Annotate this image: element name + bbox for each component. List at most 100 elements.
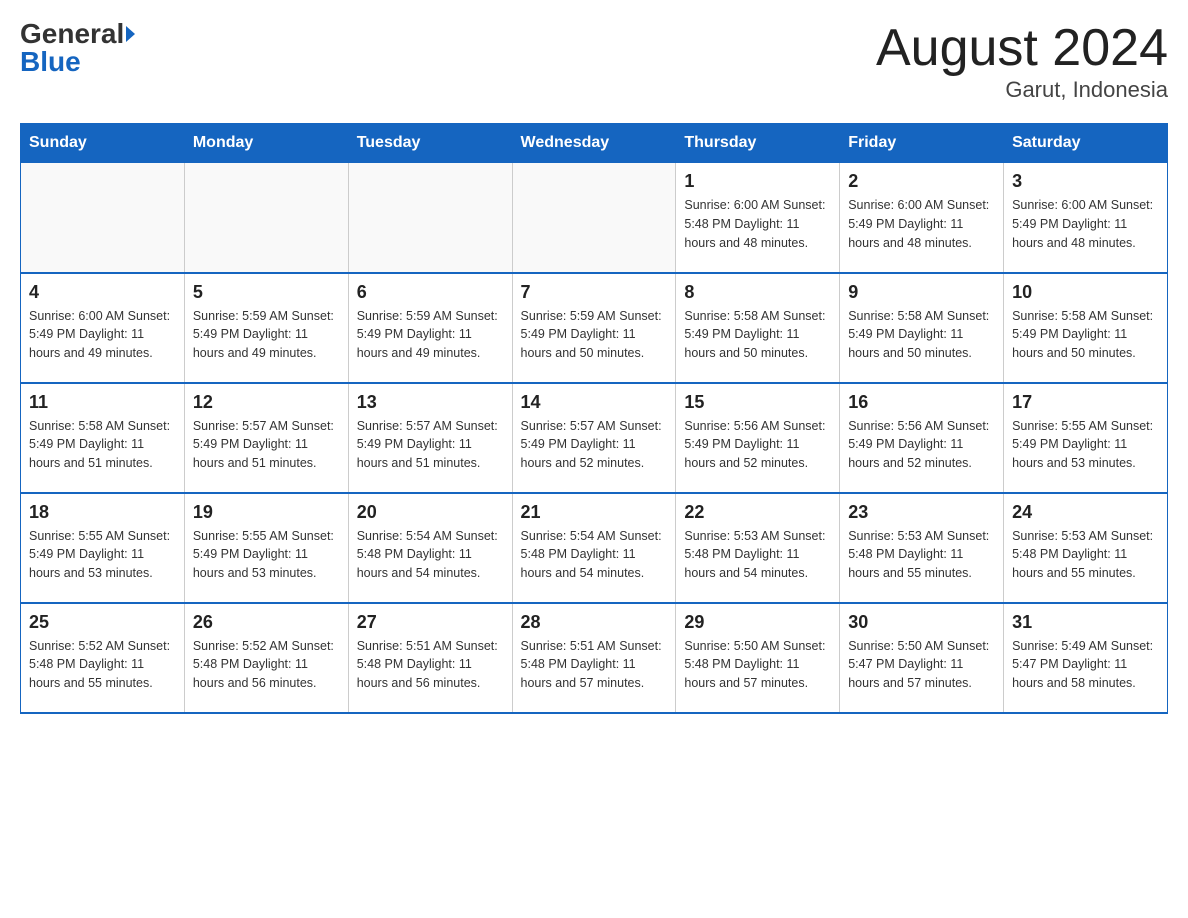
calendar-week-3: 11 Sunrise: 5:58 AM Sunset: 5:49 PM Dayli… bbox=[21, 383, 1168, 493]
day-number: 20 bbox=[357, 502, 504, 523]
day-number: 7 bbox=[521, 282, 668, 303]
day-number: 3 bbox=[1012, 171, 1159, 192]
day-info: Sunrise: 6:00 AM Sunset: 5:49 PM Dayligh… bbox=[29, 307, 176, 363]
day-info: Sunrise: 5:57 AM Sunset: 5:49 PM Dayligh… bbox=[521, 417, 668, 473]
day-number: 26 bbox=[193, 612, 340, 633]
calendar-cell: 7 Sunrise: 5:59 AM Sunset: 5:49 PM Daylig… bbox=[512, 273, 676, 383]
day-info: Sunrise: 6:00 AM Sunset: 5:48 PM Dayligh… bbox=[684, 196, 831, 252]
day-number: 30 bbox=[848, 612, 995, 633]
header-wednesday: Wednesday bbox=[512, 124, 676, 163]
calendar-cell: 31Sunrise: 5:49 AM Sunset: 5:47 PM Dayli… bbox=[1004, 603, 1168, 713]
day-number: 11 bbox=[29, 392, 176, 413]
calendar-cell: 13 Sunrise: 5:57 AM Sunset: 5:49 PM Dayli… bbox=[348, 383, 512, 493]
calendar-cell: 25 Sunrise: 5:52 AM Sunset: 5:48 PM Dayli… bbox=[21, 603, 185, 713]
calendar-cell: 16 Sunrise: 5:56 AM Sunset: 5:49 PM Dayli… bbox=[840, 383, 1004, 493]
calendar-week-5: 25 Sunrise: 5:52 AM Sunset: 5:48 PM Dayli… bbox=[21, 603, 1168, 713]
header-thursday: Thursday bbox=[676, 124, 840, 163]
day-number: 15 bbox=[684, 392, 831, 413]
day-number: 6 bbox=[357, 282, 504, 303]
day-number: 12 bbox=[193, 392, 340, 413]
day-info: Sunrise: 5:55 AM Sunset: 5:49 PM Dayligh… bbox=[29, 527, 176, 583]
day-number: 16 bbox=[848, 392, 995, 413]
day-info: Sunrise: 5:57 AM Sunset: 5:49 PM Dayligh… bbox=[357, 417, 504, 473]
calendar-cell: 19 Sunrise: 5:55 AM Sunset: 5:49 PM Dayli… bbox=[184, 493, 348, 603]
calendar-table: Sunday Monday Tuesday Wednesday Thursday… bbox=[20, 123, 1168, 714]
calendar-title-block: August 2024 Garut, Indonesia bbox=[876, 20, 1168, 103]
calendar-header: Sunday Monday Tuesday Wednesday Thursday… bbox=[21, 124, 1168, 163]
day-number: 10 bbox=[1012, 282, 1159, 303]
calendar-cell: 29 Sunrise: 5:50 AM Sunset: 5:48 PM Dayli… bbox=[676, 603, 840, 713]
calendar-cell: 27Sunrise: 5:51 AM Sunset: 5:48 PM Dayli… bbox=[348, 603, 512, 713]
day-number: 19 bbox=[193, 502, 340, 523]
calendar-cell: 22 Sunrise: 5:53 AM Sunset: 5:48 PM Dayli… bbox=[676, 493, 840, 603]
day-number: 22 bbox=[684, 502, 831, 523]
header-monday: Monday bbox=[184, 124, 348, 163]
day-number: 29 bbox=[684, 612, 831, 633]
calendar-cell: 17Sunrise: 5:55 AM Sunset: 5:49 PM Dayli… bbox=[1004, 383, 1168, 493]
calendar-cell: 26Sunrise: 5:52 AM Sunset: 5:48 PM Dayli… bbox=[184, 603, 348, 713]
logo-triangle-icon bbox=[126, 26, 135, 42]
day-info: Sunrise: 5:55 AM Sunset: 5:49 PM Dayligh… bbox=[193, 527, 340, 583]
calendar-cell: 15Sunrise: 5:56 AM Sunset: 5:49 PM Dayli… bbox=[676, 383, 840, 493]
calendar-cell: 21Sunrise: 5:54 AM Sunset: 5:48 PM Dayli… bbox=[512, 493, 676, 603]
calendar-location: Garut, Indonesia bbox=[876, 77, 1168, 103]
day-info: Sunrise: 5:53 AM Sunset: 5:48 PM Dayligh… bbox=[1012, 527, 1159, 583]
day-number: 8 bbox=[684, 282, 831, 303]
day-info: Sunrise: 5:57 AM Sunset: 5:49 PM Dayligh… bbox=[193, 417, 340, 473]
calendar-cell: 14Sunrise: 5:57 AM Sunset: 5:49 PM Dayli… bbox=[512, 383, 676, 493]
day-number: 24 bbox=[1012, 502, 1159, 523]
day-number: 23 bbox=[848, 502, 995, 523]
day-number: 18 bbox=[29, 502, 176, 523]
day-info: Sunrise: 5:53 AM Sunset: 5:48 PM Dayligh… bbox=[848, 527, 995, 583]
calendar-cell: 8Sunrise: 5:58 AM Sunset: 5:49 PM Daylig… bbox=[676, 273, 840, 383]
day-info: Sunrise: 5:55 AM Sunset: 5:49 PM Dayligh… bbox=[1012, 417, 1159, 473]
day-info: Sunrise: 5:54 AM Sunset: 5:48 PM Dayligh… bbox=[357, 527, 504, 583]
calendar-cell: 4Sunrise: 6:00 AM Sunset: 5:49 PM Daylig… bbox=[21, 273, 185, 383]
day-info: Sunrise: 5:59 AM Sunset: 5:49 PM Dayligh… bbox=[357, 307, 504, 363]
day-info: Sunrise: 5:50 AM Sunset: 5:48 PM Dayligh… bbox=[684, 637, 831, 693]
day-info: Sunrise: 5:58 AM Sunset: 5:49 PM Dayligh… bbox=[1012, 307, 1159, 363]
logo-blue: Blue bbox=[20, 46, 81, 77]
calendar-week-4: 18 Sunrise: 5:55 AM Sunset: 5:49 PM Dayli… bbox=[21, 493, 1168, 603]
header-friday: Friday bbox=[840, 124, 1004, 163]
day-info: Sunrise: 5:50 AM Sunset: 5:47 PM Dayligh… bbox=[848, 637, 995, 693]
calendar-cell: 9Sunrise: 5:58 AM Sunset: 5:49 PM Daylig… bbox=[840, 273, 1004, 383]
calendar-cell: 30 Sunrise: 5:50 AM Sunset: 5:47 PM Dayli… bbox=[840, 603, 1004, 713]
calendar-cell: 28 Sunrise: 5:51 AM Sunset: 5:48 PM Dayli… bbox=[512, 603, 676, 713]
day-number: 13 bbox=[357, 392, 504, 413]
day-number: 1 bbox=[684, 171, 831, 192]
calendar-cell: 20 Sunrise: 5:54 AM Sunset: 5:48 PM Dayli… bbox=[348, 493, 512, 603]
calendar-cell bbox=[184, 163, 348, 273]
calendar-cell: 24 Sunrise: 5:53 AM Sunset: 5:48 PM Dayli… bbox=[1004, 493, 1168, 603]
day-number: 25 bbox=[29, 612, 176, 633]
calendar-cell: 23 Sunrise: 5:53 AM Sunset: 5:48 PM Dayli… bbox=[840, 493, 1004, 603]
day-info: Sunrise: 5:58 AM Sunset: 5:49 PM Dayligh… bbox=[29, 417, 176, 473]
day-number: 31 bbox=[1012, 612, 1159, 633]
day-info: Sunrise: 5:51 AM Sunset: 5:48 PM Dayligh… bbox=[521, 637, 668, 693]
calendar-cell bbox=[348, 163, 512, 273]
header-sunday: Sunday bbox=[21, 124, 185, 163]
day-number: 28 bbox=[521, 612, 668, 633]
calendar-cell: 10 Sunrise: 5:58 AM Sunset: 5:49 PM Dayli… bbox=[1004, 273, 1168, 383]
logo-general: General bbox=[20, 18, 124, 49]
calendar-cell: 18 Sunrise: 5:55 AM Sunset: 5:49 PM Dayli… bbox=[21, 493, 185, 603]
calendar-cell: 6 Sunrise: 5:59 AM Sunset: 5:49 PM Daylig… bbox=[348, 273, 512, 383]
calendar-cell: 2Sunrise: 6:00 AM Sunset: 5:49 PM Daylig… bbox=[840, 163, 1004, 273]
day-number: 5 bbox=[193, 282, 340, 303]
logo: General Blue bbox=[20, 20, 135, 76]
calendar-cell: 12 Sunrise: 5:57 AM Sunset: 5:49 PM Dayli… bbox=[184, 383, 348, 493]
header-row: Sunday Monday Tuesday Wednesday Thursday… bbox=[21, 124, 1168, 163]
calendar-week-2: 4Sunrise: 6:00 AM Sunset: 5:49 PM Daylig… bbox=[21, 273, 1168, 383]
calendar-cell: 11 Sunrise: 5:58 AM Sunset: 5:49 PM Dayli… bbox=[21, 383, 185, 493]
calendar-month-year: August 2024 bbox=[876, 20, 1168, 77]
day-info: Sunrise: 5:58 AM Sunset: 5:49 PM Dayligh… bbox=[848, 307, 995, 363]
day-info: Sunrise: 5:52 AM Sunset: 5:48 PM Dayligh… bbox=[29, 637, 176, 693]
calendar-cell: 1 Sunrise: 6:00 AM Sunset: 5:48 PM Daylig… bbox=[676, 163, 840, 273]
day-info: Sunrise: 5:53 AM Sunset: 5:48 PM Dayligh… bbox=[684, 527, 831, 583]
day-info: Sunrise: 5:59 AM Sunset: 5:49 PM Dayligh… bbox=[521, 307, 668, 363]
day-info: Sunrise: 5:54 AM Sunset: 5:48 PM Dayligh… bbox=[521, 527, 668, 583]
calendar-cell bbox=[21, 163, 185, 273]
calendar-body: 1 Sunrise: 6:00 AM Sunset: 5:48 PM Daylig… bbox=[21, 163, 1168, 713]
day-info: Sunrise: 5:51 AM Sunset: 5:48 PM Dayligh… bbox=[357, 637, 504, 693]
day-info: Sunrise: 5:56 AM Sunset: 5:49 PM Dayligh… bbox=[848, 417, 995, 473]
